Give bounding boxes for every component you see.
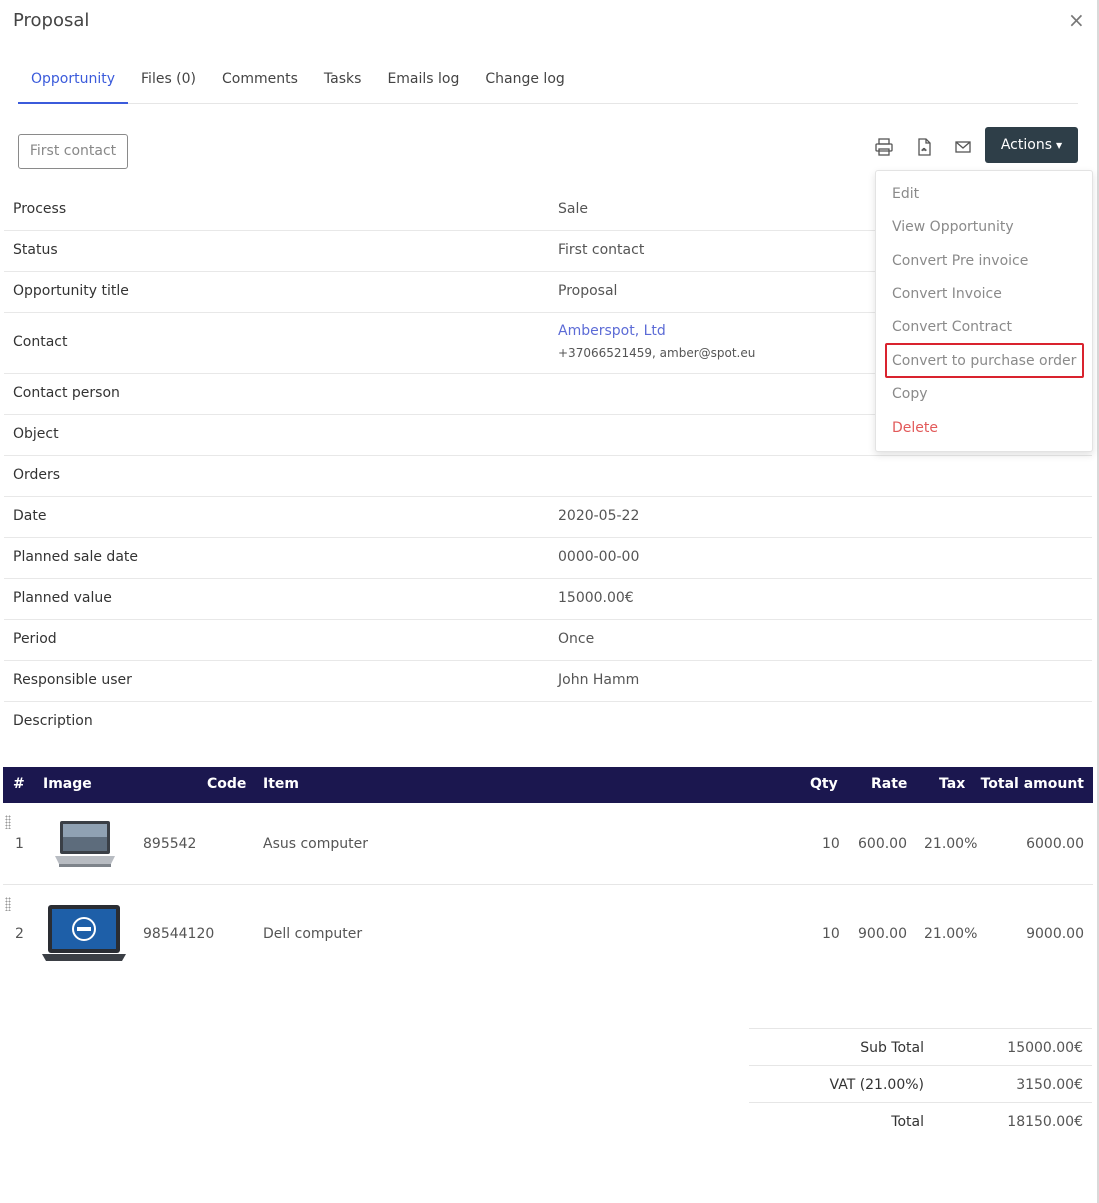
detail-label: Status xyxy=(13,242,58,258)
menu-item-copy[interactable]: Copy xyxy=(892,386,928,402)
detail-value: Once xyxy=(558,631,595,647)
tab-files[interactable]: Files (0) xyxy=(128,62,209,104)
header-qty: Qty xyxy=(810,776,838,792)
table-row: 2 98544120 Dell computer 10 900.00 21.00… xyxy=(3,885,1093,975)
detail-value: John Hamm xyxy=(558,672,640,688)
row-code: 98544120 xyxy=(143,926,215,942)
row-qty: 10 xyxy=(822,926,840,942)
total-row: Total 18150.00€ xyxy=(749,1102,1092,1139)
menu-item-convert-purchase-order[interactable]: Convert to purchase order xyxy=(892,353,1076,369)
print-icon[interactable] xyxy=(873,136,895,158)
tab-comments[interactable]: Comments xyxy=(209,62,311,104)
row-tax: 21.00% xyxy=(924,836,978,852)
detail-row-responsible-user: Responsible user John Hamm xyxy=(4,661,1092,702)
total-label: Total xyxy=(891,1114,924,1130)
detail-value: Proposal xyxy=(558,283,618,299)
subtotal-label: Sub Total xyxy=(860,1040,924,1056)
close-icon[interactable]: × xyxy=(1068,8,1085,32)
detail-label: Planned value xyxy=(13,590,112,606)
menu-item-edit[interactable]: Edit xyxy=(892,186,919,202)
detail-row-planned-value: Planned value 15000.00€ xyxy=(4,579,1092,620)
menu-item-convert-invoice[interactable]: Convert Invoice xyxy=(892,286,1002,302)
detail-row-orders: Orders xyxy=(4,456,1092,497)
table-row: 1 895542 Asus computer 10 600.00 21.00% … xyxy=(3,803,1093,885)
vat-row: VAT (21.00%) 3150.00€ xyxy=(749,1065,1092,1102)
actions-dropdown-menu: Edit View Opportunity Convert Pre invoic… xyxy=(875,170,1093,452)
tab-change-log[interactable]: Change log xyxy=(472,62,577,104)
detail-label: Date xyxy=(13,508,47,524)
detail-value: 15000.00€ xyxy=(558,590,634,606)
email-icon[interactable] xyxy=(952,136,974,158)
items-table: # Image Code Item Qty Rate Tax Total amo… xyxy=(3,767,1093,975)
row-qty: 10 xyxy=(822,836,840,852)
header-code: Code xyxy=(207,776,247,792)
pdf-icon[interactable] xyxy=(913,136,935,158)
row-total: 9000.00 xyxy=(1026,926,1084,942)
tab-bar: Opportunity Files (0) Comments Tasks Ema… xyxy=(18,62,1078,104)
detail-label: Object xyxy=(13,426,59,442)
detail-row-description: Description xyxy=(4,702,1092,743)
header-tax: Tax xyxy=(939,776,966,792)
table-header: # Image Code Item Qty Rate Tax Total amo… xyxy=(3,767,1093,803)
row-total: 6000.00 xyxy=(1026,836,1084,852)
header-rate: Rate xyxy=(871,776,908,792)
detail-label: Description xyxy=(13,713,93,729)
modal-title: Proposal xyxy=(13,10,90,31)
detail-row-period: Period Once xyxy=(4,620,1092,661)
detail-label: Responsible user xyxy=(13,672,132,688)
detail-label: Opportunity title xyxy=(13,283,129,299)
detail-row-date: Date 2020-05-22 xyxy=(4,497,1092,538)
detail-label: Contact xyxy=(13,334,68,350)
vat-label: VAT (21.00%) xyxy=(829,1077,924,1093)
drag-handle-icon[interactable] xyxy=(5,897,11,911)
detail-value: 0000-00-00 xyxy=(558,549,640,565)
header-item: Item xyxy=(263,776,299,792)
detail-label: Orders xyxy=(13,467,61,483)
contact-link[interactable]: Amberspot, Ltd xyxy=(558,323,666,339)
caret-down-icon: ▼ xyxy=(1055,140,1063,150)
menu-item-convert-pre-invoice[interactable]: Convert Pre invoice xyxy=(892,253,1028,269)
actions-label: Actions xyxy=(1000,137,1052,153)
subtotal-row: Sub Total 15000.00€ xyxy=(749,1028,1092,1065)
total-value: 18150.00€ xyxy=(1007,1114,1083,1130)
drag-handle-icon[interactable] xyxy=(5,815,11,829)
detail-row-planned-sale-date: Planned sale date 0000-00-00 xyxy=(4,538,1092,579)
row-number: 1 xyxy=(15,836,24,852)
row-rate: 600.00 xyxy=(858,836,907,852)
row-item: Dell computer xyxy=(263,926,363,942)
menu-item-delete[interactable]: Delete xyxy=(892,420,938,436)
detail-value: Sale xyxy=(558,201,588,217)
tab-opportunity[interactable]: Opportunity xyxy=(18,62,129,104)
vat-value: 3150.00€ xyxy=(1016,1077,1083,1093)
header-image: Image xyxy=(43,776,92,792)
tab-emails-log[interactable]: Emails log xyxy=(374,62,472,104)
laptop-thumbnail xyxy=(41,903,127,969)
detail-value: First contact xyxy=(558,242,645,258)
header-total-amount: Total amount xyxy=(980,776,1084,792)
totals-section: Sub Total 15000.00€ VAT (21.00%) 3150.00… xyxy=(749,1028,1092,1139)
row-item: Asus computer xyxy=(263,836,369,852)
detail-label: Process xyxy=(13,201,67,217)
row-rate: 900.00 xyxy=(858,926,907,942)
laptop-thumbnail xyxy=(53,819,117,873)
menu-item-convert-contract[interactable]: Convert Contract xyxy=(892,319,1012,335)
detail-label: Period xyxy=(13,631,57,647)
row-code: 895542 xyxy=(143,836,197,852)
row-number: 2 xyxy=(15,926,24,942)
actions-button[interactable]: Actions ▼ xyxy=(985,127,1078,163)
detail-label: Planned sale date xyxy=(13,549,139,565)
tab-tasks[interactable]: Tasks xyxy=(311,62,375,104)
row-tax: 21.00% xyxy=(924,926,978,942)
detail-label: Contact person xyxy=(13,385,120,401)
detail-value: 2020-05-22 xyxy=(558,508,640,524)
menu-item-view-opportunity[interactable]: View Opportunity xyxy=(892,219,1014,235)
status-button[interactable]: First contact xyxy=(18,134,128,169)
contact-details: +37066521459, amber@spot.eu xyxy=(558,346,756,360)
header-number: # xyxy=(13,776,25,792)
subtotal-value: 15000.00€ xyxy=(1007,1040,1083,1056)
